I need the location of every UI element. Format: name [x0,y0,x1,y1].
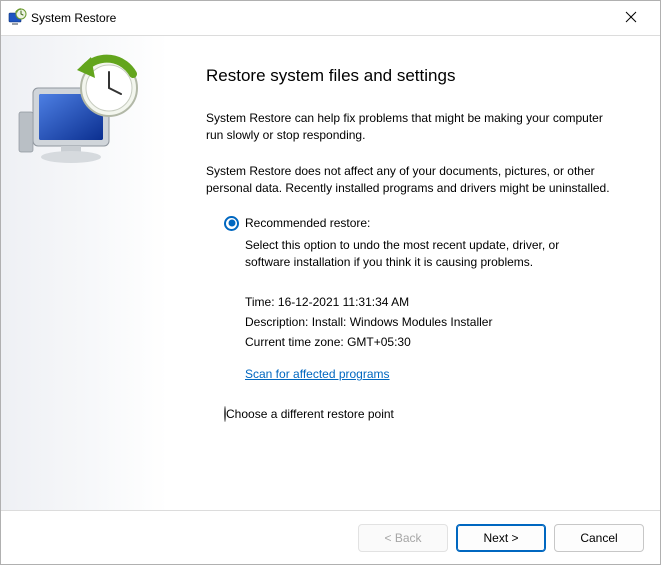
wizard-sidebar [1,36,168,510]
option-different-restore-point[interactable]: Choose a different restore point [224,407,630,421]
titlebar: System Restore [1,1,660,35]
main-panel: Restore system files and settings System… [168,36,660,510]
wizard-footer: < Back Next > Cancel [1,510,660,564]
restore-point-details: Time: 16-12-2021 11:31:34 AM Description… [245,295,630,349]
option-recommended-restore[interactable]: Recommended restore: Select this option … [224,216,630,400]
detail-timezone: Current time zone: GMT+05:30 [245,335,630,349]
back-button: < Back [358,524,448,552]
detail-time: Time: 16-12-2021 11:31:34 AM [245,295,630,309]
next-button[interactable]: Next > [456,524,546,552]
scan-affected-programs-link[interactable]: Scan for affected programs [245,367,390,381]
radio-recommended[interactable] [224,216,239,231]
content-area: Restore system files and settings System… [1,36,660,510]
option-recommended-description: Select this option to undo the most rece… [245,237,605,272]
option-recommended-label: Recommended restore: [245,216,370,230]
page-heading: Restore system files and settings [206,66,630,86]
system-restore-icon [7,8,27,28]
close-icon [625,11,637,26]
cancel-button[interactable]: Cancel [554,524,644,552]
option-different-label: Choose a different restore point [226,407,394,421]
system-restore-wizard-window: System Restore [0,0,661,565]
restore-graphic-icon [15,54,155,174]
intro-paragraph-2: System Restore does not affect any of yo… [206,163,616,198]
intro-paragraph-1: System Restore can help fix problems tha… [206,110,616,145]
window-title: System Restore [31,11,116,25]
detail-description: Description: Install: Windows Modules In… [245,315,630,329]
close-button[interactable] [608,3,654,33]
